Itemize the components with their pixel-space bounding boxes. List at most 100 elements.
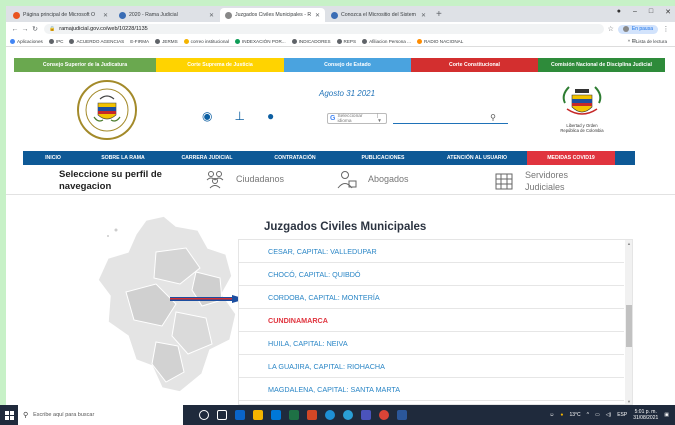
- tab-micrositio[interactable]: Conozca el Micrositio del Sistem ✕: [326, 8, 431, 22]
- user-icon[interactable]: ●: [267, 109, 274, 123]
- volume-icon[interactable]: ◁): [606, 412, 612, 418]
- nav-carrera-judicial[interactable]: CARRERA JUDICIAL: [163, 151, 251, 165]
- bookmark-item[interactable]: ACUERDO AGENCIAS: [69, 38, 124, 44]
- bookmark-item[interactable]: INDEXACIÓN POR...: [234, 38, 286, 44]
- close-icon[interactable]: ✕: [315, 12, 320, 19]
- input-language[interactable]: ESP: [617, 412, 627, 418]
- minimize-icon[interactable]: –: [633, 8, 637, 16]
- topnav-corte-constitucional[interactable]: Corte Constitucional: [411, 58, 538, 72]
- sitemap-icon[interactable]: ⊥: [234, 109, 244, 123]
- list-item[interactable]: HUILA, CAPITAL: NEIVA: [239, 332, 624, 355]
- bookmark-item[interactable]: JERMS: [155, 38, 178, 44]
- cortana-icon[interactable]: [199, 410, 209, 420]
- nav-contratacion[interactable]: CONTRATACIÓN: [251, 151, 339, 165]
- rama-judicial-seal-logo[interactable]: [76, 79, 138, 141]
- store-icon[interactable]: [271, 410, 281, 420]
- topnav-consejo-superior[interactable]: Consejo Superior de la Judicatura: [14, 58, 156, 72]
- close-icon[interactable]: ✕: [103, 12, 108, 19]
- reload-icon[interactable]: ↻: [30, 25, 40, 33]
- task-view-icon[interactable]: [217, 410, 227, 420]
- file-explorer-icon[interactable]: [253, 410, 263, 420]
- bookmark-item[interactable]: E-FIRMA: [130, 39, 149, 44]
- topnav-consejo-estado[interactable]: Consejo de Estado: [284, 58, 411, 72]
- profile-paused-button[interactable]: En pausa: [617, 24, 658, 34]
- weather-icon[interactable]: ●: [560, 412, 563, 418]
- reading-list-button[interactable]: » ▤ Lista de lectura: [623, 38, 667, 44]
- maximize-icon[interactable]: □: [649, 8, 653, 16]
- list-item[interactable]: CHOCÓ, CAPITAL: QUIBDÓ: [239, 263, 624, 286]
- teams-icon[interactable]: [361, 410, 371, 420]
- outlook-icon[interactable]: [235, 410, 245, 420]
- header-icons: ◉ ⊥ ●: [202, 109, 274, 123]
- bookmark-item[interactable]: INDICADORES: [291, 38, 331, 44]
- forward-icon[interactable]: →: [20, 26, 30, 33]
- bookmark-item[interactable]: REPS: [336, 38, 356, 44]
- excel-icon[interactable]: [289, 410, 299, 420]
- new-tab-button[interactable]: +: [432, 8, 446, 22]
- list-item[interactable]: CESAR, CAPITAL: VALLEDUPAR: [239, 240, 624, 263]
- list-item[interactable]: CORDOBA, CAPITAL: MONTERÍA: [239, 286, 624, 309]
- bookmark-item[interactable]: RADIO NACIONAL: [416, 38, 463, 44]
- windows-start-icon[interactable]: [0, 405, 18, 425]
- list-item[interactable]: MAGDALENA, CAPITAL: SANTA MARTA: [239, 378, 624, 401]
- bookmark-item[interactable]: Aplicaciones: [10, 38, 43, 44]
- nav-inicio[interactable]: INICIO: [23, 151, 83, 165]
- nav-medidas-covid[interactable]: MEDIDAS COVID19: [527, 151, 615, 165]
- department-list[interactable]: CESAR, CAPITAL: VALLEDUPAR CHOCÓ, CAPITA…: [238, 239, 633, 405]
- nav-atencion-usuario[interactable]: ATENCIÓN AL USUARIO: [427, 151, 527, 165]
- topnav-comision-disciplina[interactable]: Comisión Nacional de Disciplina Judicial: [538, 58, 665, 72]
- google-g-icon: G: [330, 115, 336, 122]
- tab-favicon: [225, 11, 232, 19]
- site-search-input[interactable]: ⚲: [393, 113, 508, 124]
- profile-paused-label: En pausa: [631, 26, 653, 32]
- tab-favicon: [13, 11, 20, 19]
- clock[interactable]: 5:01 p. m. 31/08/2021: [633, 409, 658, 421]
- close-window-icon[interactable]: ✕: [665, 8, 671, 16]
- close-icon[interactable]: ✕: [209, 12, 214, 19]
- bookmark-item[interactable]: Afiliacion Persona ...: [362, 38, 411, 44]
- network-icon[interactable]: ▭: [595, 412, 600, 418]
- colombia-map[interactable]: [86, 212, 256, 402]
- scrollbar-thumb[interactable]: [626, 305, 632, 347]
- scroll-down-icon[interactable]: ▼: [625, 398, 632, 404]
- topnav-corte-suprema[interactable]: Corte Suprema de Justicia: [156, 58, 284, 72]
- windows-taskbar: ⚲ Escribe aquí para buscar ☺ ● 13°C ^ ▭ …: [0, 405, 675, 425]
- nav-sobre-la-rama[interactable]: SOBRE LA RAMA: [83, 151, 163, 165]
- tab-title: Juzgados Civiles Municipales - R: [235, 12, 312, 18]
- nav-publicaciones[interactable]: PUBLICACIONES: [339, 151, 427, 165]
- url-field[interactable]: 🔒 ramajudicial.gov.co/web/10228/1135: [44, 24, 604, 34]
- powerpoint-icon[interactable]: [307, 410, 317, 420]
- close-icon[interactable]: ✕: [421, 12, 426, 19]
- scroll-up-icon[interactable]: ▲: [625, 240, 632, 248]
- list-item[interactable]: LA GUAJIRA, CAPITAL: RIOHACHA: [239, 355, 624, 378]
- language-select[interactable]: G Seleccionar idioma | ▼: [327, 113, 387, 124]
- tab-rama-judicial[interactable]: 2020 - Rama Judicial ✕: [114, 8, 219, 22]
- bookmark-item[interactable]: correo institucional: [183, 38, 229, 44]
- weather-temp[interactable]: 13°C: [569, 412, 580, 418]
- current-date: Agosto 31 2021: [319, 89, 376, 98]
- tray-expand-icon[interactable]: ^: [587, 412, 589, 418]
- eye-accessibility-icon[interactable]: ◉: [202, 109, 212, 123]
- people-icon[interactable]: ☺: [549, 412, 554, 418]
- edge-legacy-icon[interactable]: [325, 410, 335, 420]
- bookmark-star-icon[interactable]: ☆: [608, 25, 614, 33]
- search-icon: ⚲: [23, 412, 29, 419]
- edge-icon[interactable]: [343, 410, 353, 420]
- tab-microsoft[interactable]: Página principal de Microsoft O ✕: [8, 8, 113, 22]
- taskbar-search-input[interactable]: ⚲ Escribe aquí para buscar: [18, 405, 183, 425]
- list-item-selected[interactable]: CUNDINAMARCA: [239, 309, 624, 332]
- back-icon[interactable]: ←: [10, 26, 20, 33]
- list-scrollbar[interactable]: ▲ ▼: [625, 240, 632, 404]
- bookmark-item[interactable]: IPC: [48, 38, 63, 44]
- tab-juzgados[interactable]: Juzgados Civiles Municipales - R ✕: [220, 8, 325, 22]
- chrome-icon[interactable]: [379, 410, 389, 420]
- profile-ciudadanos[interactable]: Ciudadanos: [204, 169, 284, 189]
- profile-servidores[interactable]: Servidores Judiciales: [493, 169, 585, 193]
- search-icon[interactable]: ⚲: [490, 113, 496, 122]
- menu-kebab-icon[interactable]: ⋮: [661, 25, 671, 33]
- notifications-icon[interactable]: ▣: [664, 412, 669, 418]
- profile-dot-icon[interactable]: ●: [617, 8, 621, 16]
- word-icon[interactable]: [397, 410, 407, 420]
- profile-abogados[interactable]: Abogados: [336, 169, 409, 189]
- tab-strip: Página principal de Microsoft O ✕ 2020 -…: [6, 6, 675, 22]
